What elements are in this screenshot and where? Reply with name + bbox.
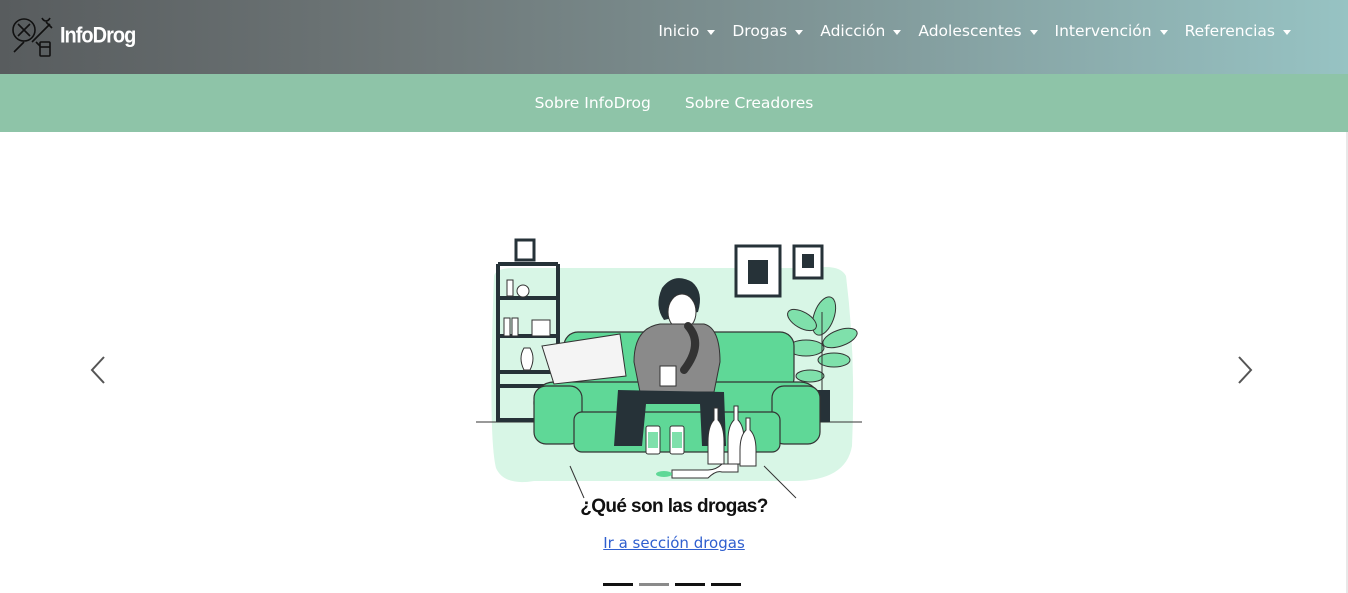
carousel: ¿Qué son las drogas? Ir a sección drogas [0, 132, 1348, 593]
carousel-indicator-3[interactable] [675, 583, 705, 586]
nav-item-adolescentes[interactable]: Adolescentes [918, 22, 1038, 40]
slide-title: ¿Qué son las drogas? [580, 496, 768, 517]
drugs-logo-icon [12, 17, 53, 57]
nav-item-label: Adolescentes [918, 22, 1022, 40]
chevron-right-icon [1238, 356, 1253, 384]
caret-down-icon [795, 29, 804, 35]
sobre-creadores-link[interactable]: Sobre Creadores [685, 94, 814, 112]
nav-item-intervencion[interactable]: Intervención [1055, 22, 1168, 40]
caret-down-icon [1159, 29, 1168, 35]
brand[interactable]: InfoDrog [10, 12, 136, 60]
caret-down-icon [1283, 29, 1291, 35]
caret-down-icon [707, 29, 716, 35]
sad-man-on-couch-illustration [476, 238, 862, 499]
carousel-indicator-1[interactable] [603, 583, 633, 586]
nav-item-label: Intervención [1054, 22, 1152, 40]
nav-item-label: Adicción [820, 22, 886, 40]
nav-item-label: Drogas [732, 22, 788, 40]
nav-item-label: Inicio [658, 22, 700, 40]
top-navbar: InfoDrog Inicio Drogas Adicción Adolesce… [0, 0, 1348, 74]
carousel-prev-button[interactable] [86, 354, 110, 386]
carousel-indicators [603, 583, 741, 586]
secondary-navbar: Sobre InfoDrog Sobre Creadores [0, 74, 1348, 132]
nav-item-inicio[interactable]: Inicio [658, 22, 716, 40]
sobre-infodrog-link[interactable]: Sobre InfoDrog [535, 94, 651, 112]
slide-link[interactable]: Ir a sección drogas [0, 534, 1348, 552]
carousel-next-button[interactable] [1233, 354, 1257, 386]
caret-down-icon [1029, 29, 1038, 35]
caret-down-icon [893, 29, 902, 35]
carousel-indicator-4[interactable] [711, 583, 741, 586]
nav-item-adiccion[interactable]: Adicción [820, 22, 902, 40]
carousel-indicator-2[interactable] [639, 583, 669, 586]
nav-item-referencias[interactable]: Referencias [1185, 22, 1291, 40]
brand-name: InfoDrog [60, 23, 136, 48]
chevron-left-icon [90, 356, 105, 384]
main-nav: Inicio Drogas Adicción Adolescentes Inte… [641, 22, 1291, 40]
nav-item-label: Referencias [1184, 22, 1275, 40]
nav-item-drogas[interactable]: Drogas [732, 22, 804, 40]
